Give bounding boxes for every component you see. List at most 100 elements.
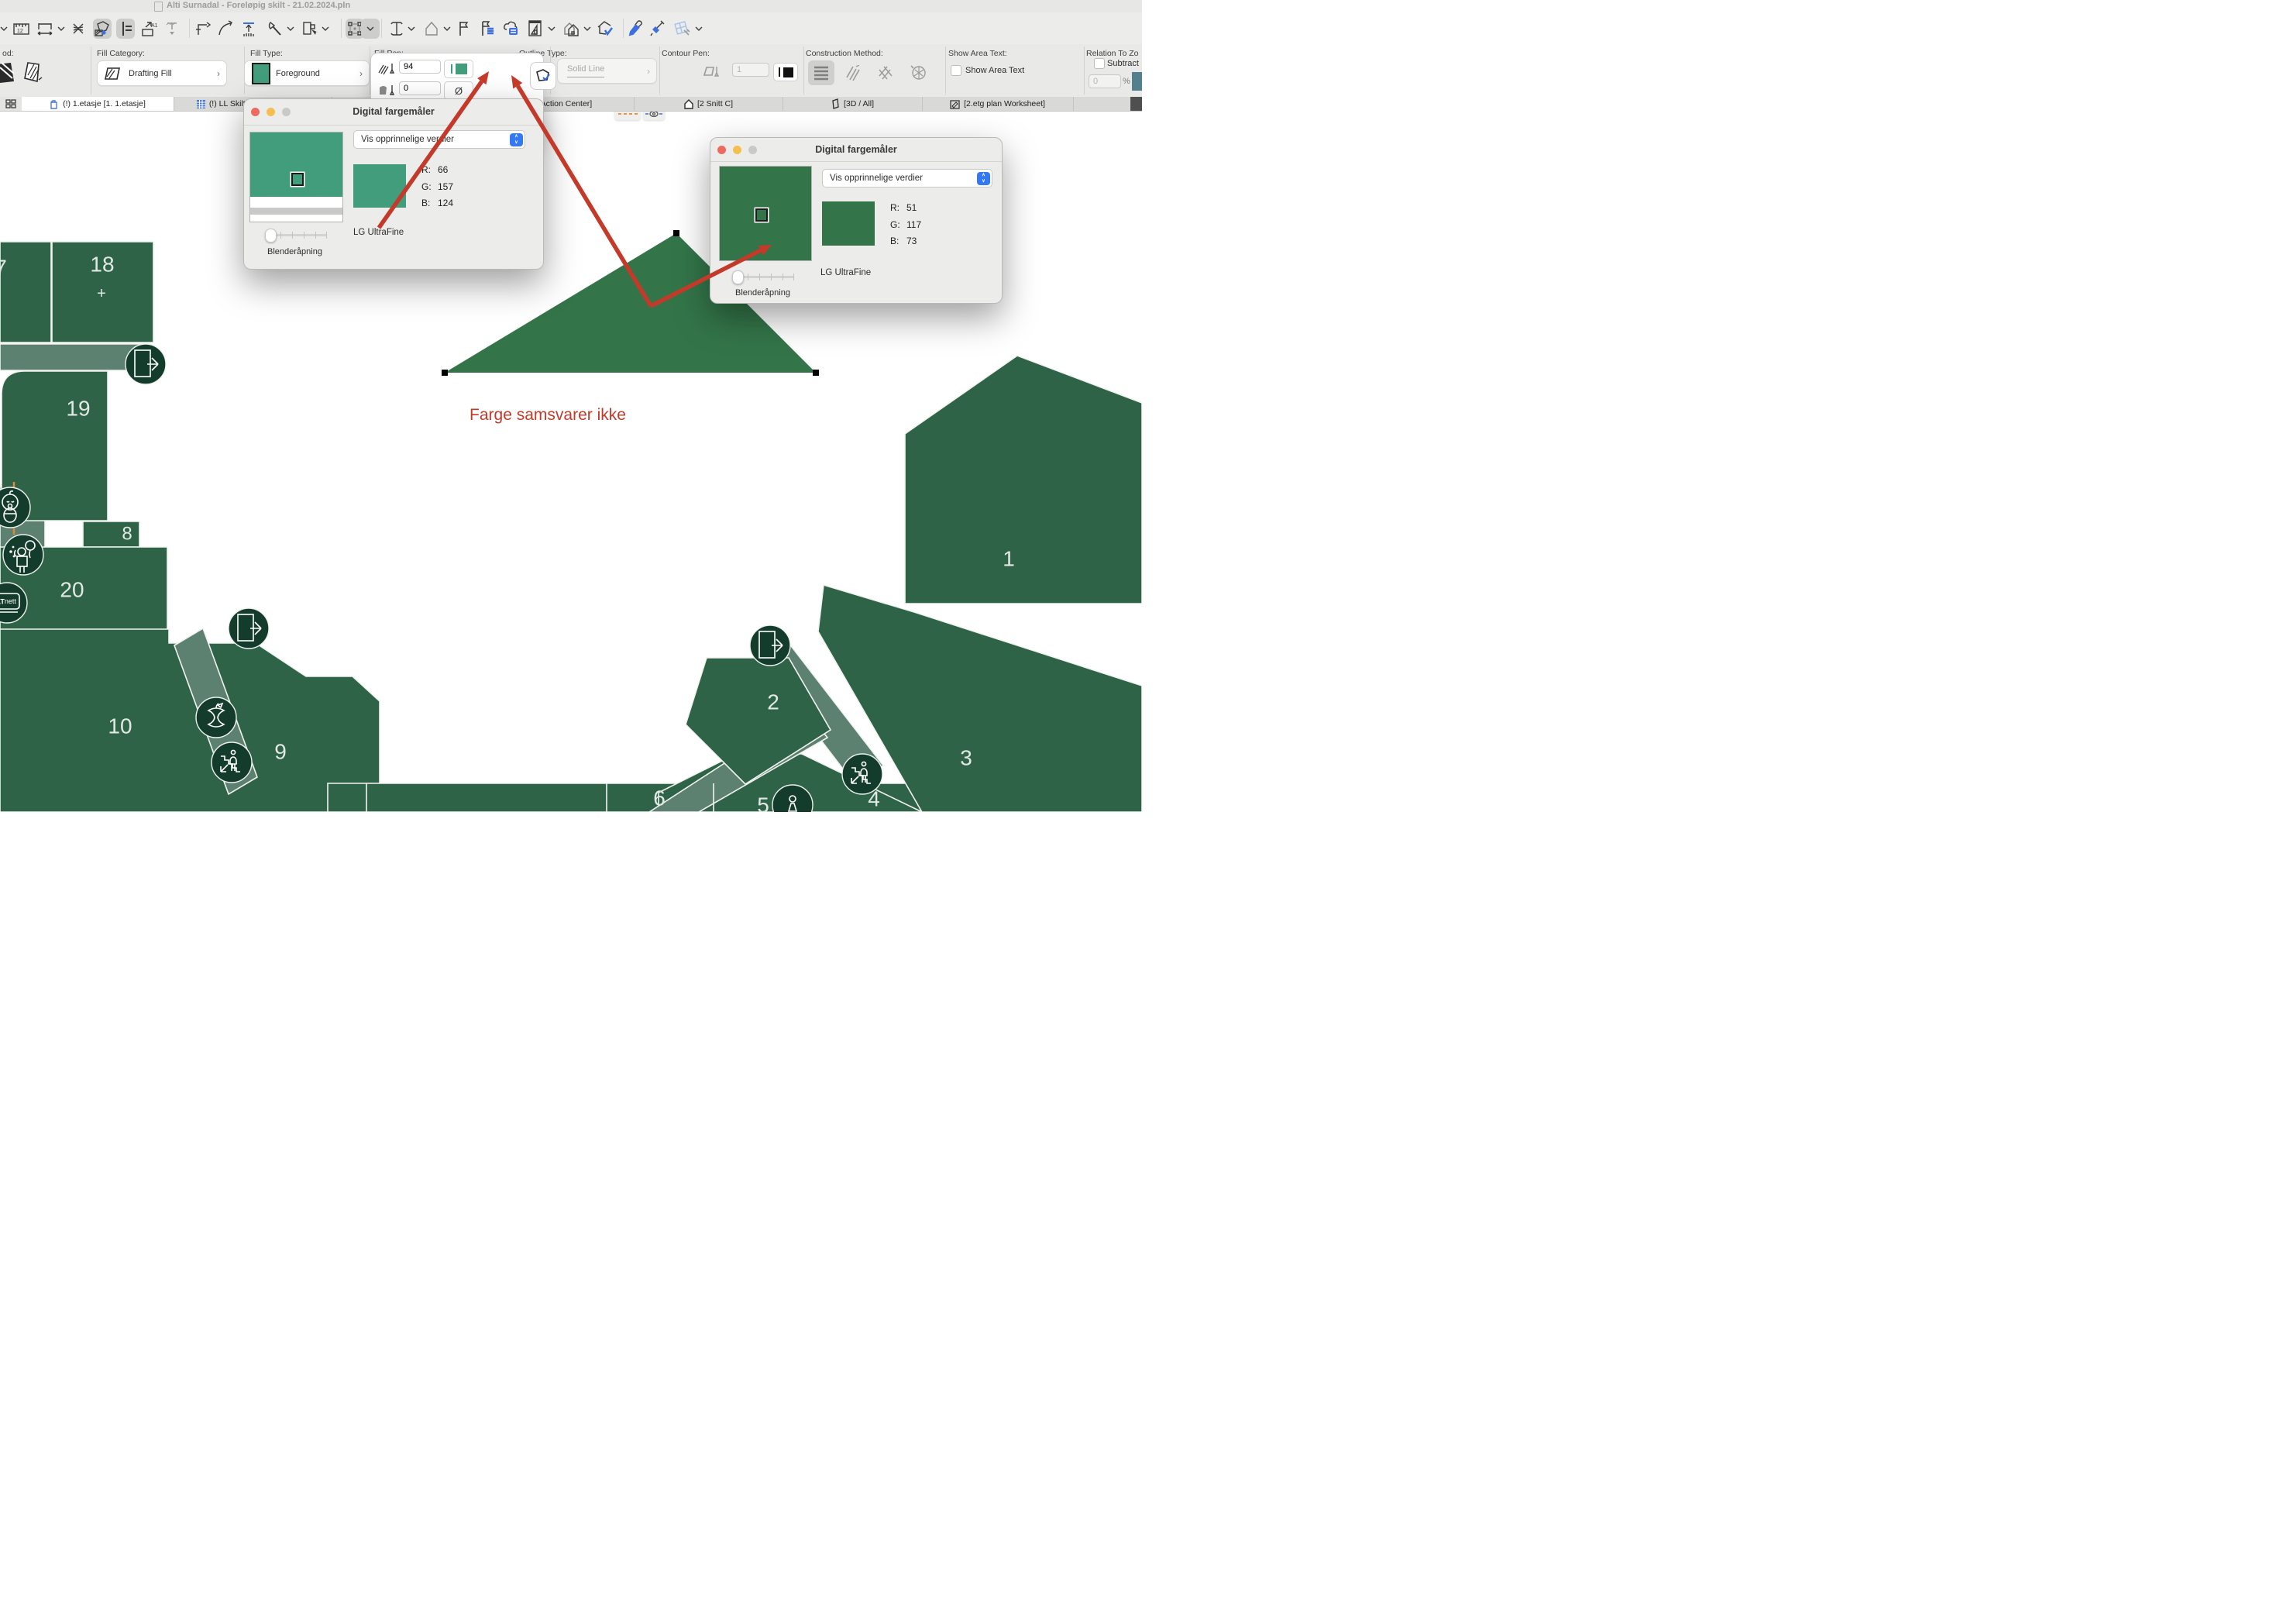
sampled-color-swatch bbox=[353, 164, 406, 208]
fill-swatch-black-icon[interactable] bbox=[0, 61, 17, 84]
chevron-icon[interactable] bbox=[578, 19, 597, 39]
toolbar-divider bbox=[623, 19, 624, 38]
room-1[interactable] bbox=[905, 356, 1142, 604]
door-exit-marker[interactable] bbox=[126, 344, 166, 384]
construction-method-label: Construction Method: bbox=[806, 49, 883, 58]
percent-unit: % bbox=[1123, 77, 1130, 86]
svg-text:ALTnett: ALTnett bbox=[0, 597, 16, 605]
outline-apply-button[interactable] bbox=[530, 62, 556, 90]
document-title: Alti Surnadal - Foreløpig skilt - 21.02.… bbox=[167, 0, 350, 12]
fill-pen-field[interactable] bbox=[399, 60, 441, 74]
tab--2-snitt-c-[interactable]: [2 Snitt C] bbox=[634, 97, 783, 111]
wall-join-icon[interactable] bbox=[116, 19, 135, 39]
balloon-person-marker[interactable] bbox=[3, 535, 43, 575]
apple-core-marker[interactable] bbox=[196, 697, 236, 738]
tab--2-etg-plan-worksheet-[interactable]: [2.etg plan Worksheet] bbox=[922, 97, 1074, 111]
chevron-icon[interactable] bbox=[361, 19, 380, 39]
values-dropdown[interactable]: Vis opprinnelige verdier ∧∨ bbox=[353, 130, 525, 149]
toolbar-divider bbox=[381, 19, 382, 38]
annotation-text: Farge samsvarer ikke bbox=[432, 406, 664, 425]
main-toolbar: 12 A1 bbox=[0, 12, 1142, 45]
chevron-icon[interactable] bbox=[438, 19, 456, 39]
rgb-green-row: G:157 bbox=[421, 181, 453, 192]
aperture-label: Blenderåpning bbox=[735, 288, 790, 298]
selection-handle[interactable] bbox=[813, 370, 819, 376]
stairs-marker[interactable] bbox=[842, 754, 882, 794]
chevron-icon[interactable] bbox=[690, 19, 708, 39]
flag-list-icon[interactable] bbox=[479, 19, 497, 39]
anchor-gray-icon[interactable] bbox=[163, 19, 181, 39]
aperture-slider[interactable] bbox=[734, 271, 794, 282]
construction-method-gradient[interactable] bbox=[906, 60, 932, 85]
construction-method-plain[interactable] bbox=[808, 60, 834, 85]
stairs-marker[interactable] bbox=[212, 742, 252, 783]
color-meter-window-2[interactable]: Digital fargemåler Vis opprinnelige verd… bbox=[710, 137, 1003, 304]
room-label-10: 10 bbox=[108, 714, 132, 738]
door-exit-marker[interactable] bbox=[229, 608, 269, 649]
node-x-icon[interactable] bbox=[69, 19, 88, 39]
outline-type-button[interactable]: Solid Line › bbox=[557, 58, 657, 84]
room-7[interactable] bbox=[0, 242, 51, 342]
show-area-text-checkbox-label: Show Area Text bbox=[965, 66, 1024, 75]
selection-handle[interactable] bbox=[673, 230, 679, 236]
color-meter-window-1[interactable]: Digital fargemåler Vis opprinnelige verd… bbox=[243, 98, 544, 270]
chevron-icon[interactable] bbox=[402, 19, 421, 39]
fill-type-button[interactable]: Foreground › bbox=[244, 60, 370, 86]
label-a1-icon[interactable]: A1 bbox=[140, 19, 159, 39]
background-pen-field[interactable] bbox=[399, 81, 441, 95]
zoom-button[interactable] bbox=[282, 108, 291, 116]
contour-pen-label: Contour Pen: bbox=[662, 49, 710, 58]
slider-knob[interactable] bbox=[265, 229, 277, 243]
close-button[interactable] bbox=[717, 146, 726, 154]
project-arrow-icon[interactable] bbox=[239, 19, 258, 39]
room-label-9: 9 bbox=[274, 740, 287, 764]
show-area-text-label: Show Area Text: bbox=[948, 49, 1007, 58]
fill-category-label: Fill Category: bbox=[97, 49, 145, 58]
rgb-blue-row: B:73 bbox=[890, 236, 917, 246]
tab-overflow-stub[interactable] bbox=[1130, 97, 1142, 111]
tab--3d-all-[interactable]: [3D / All] bbox=[783, 97, 923, 111]
construction-method-crosshatch[interactable] bbox=[873, 60, 899, 85]
contour-pen-field[interactable] bbox=[732, 63, 769, 77]
display-name: LG UltraFine bbox=[820, 268, 871, 277]
drafting-fill-icon bbox=[105, 66, 123, 81]
contour-pen-swatch-button[interactable] bbox=[773, 63, 798, 81]
syringe-icon[interactable] bbox=[648, 19, 667, 39]
background-pen-empty-button[interactable]: Ø bbox=[444, 81, 473, 100]
construction-method-slanted[interactable] bbox=[841, 60, 867, 85]
curve-icon[interactable] bbox=[216, 19, 235, 39]
minimize-button[interactable] bbox=[733, 146, 741, 154]
tab--1-etasje-1-1-etasje-[interactable]: (!) 1.etasje [1. 1.etasje] bbox=[22, 97, 174, 111]
fill-swatch-hatch-icon[interactable] bbox=[22, 60, 43, 86]
corner-arrow-icon[interactable] bbox=[194, 19, 213, 39]
house-check-icon[interactable] bbox=[595, 19, 614, 39]
chevron-icon[interactable] bbox=[542, 19, 561, 39]
flag-icon[interactable] bbox=[455, 19, 473, 39]
values-dropdown[interactable]: Vis opprinnelige verdier ∧∨ bbox=[822, 169, 992, 188]
aperture-slider[interactable] bbox=[267, 229, 327, 240]
fill-pen-icon bbox=[377, 62, 397, 76]
slider-knob[interactable] bbox=[732, 270, 744, 284]
tab-overview-button[interactable] bbox=[0, 97, 22, 111]
cloud-list-icon[interactable] bbox=[502, 19, 521, 39]
pipette-icon[interactable] bbox=[626, 19, 645, 39]
show-area-text-checkbox[interactable] bbox=[951, 65, 961, 76]
subtract-percent-field[interactable] bbox=[1089, 74, 1121, 88]
subtract-checkbox[interactable] bbox=[1094, 58, 1105, 69]
fill-category-button[interactable]: Drafting Fill › bbox=[97, 60, 227, 86]
close-button[interactable] bbox=[251, 108, 260, 116]
chevron-icon[interactable] bbox=[0, 19, 13, 39]
magnifier-reticle bbox=[291, 173, 304, 186]
chevron-icon[interactable] bbox=[52, 19, 71, 39]
minimize-button[interactable] bbox=[267, 108, 275, 116]
door-exit-marker[interactable] bbox=[750, 625, 790, 666]
fill-pen-swatch bbox=[456, 64, 467, 74]
ruler-12-icon[interactable]: 12 bbox=[12, 19, 31, 39]
chevron-icon[interactable] bbox=[281, 19, 300, 39]
zoom-button[interactable] bbox=[748, 146, 757, 154]
selection-handle[interactable] bbox=[442, 370, 448, 376]
fill-hatch-icon[interactable] bbox=[93, 19, 112, 39]
fill-pen-swatch-button[interactable] bbox=[444, 60, 473, 78]
chevron-icon[interactable] bbox=[316, 19, 335, 39]
fill-type-swatch bbox=[252, 63, 270, 84]
